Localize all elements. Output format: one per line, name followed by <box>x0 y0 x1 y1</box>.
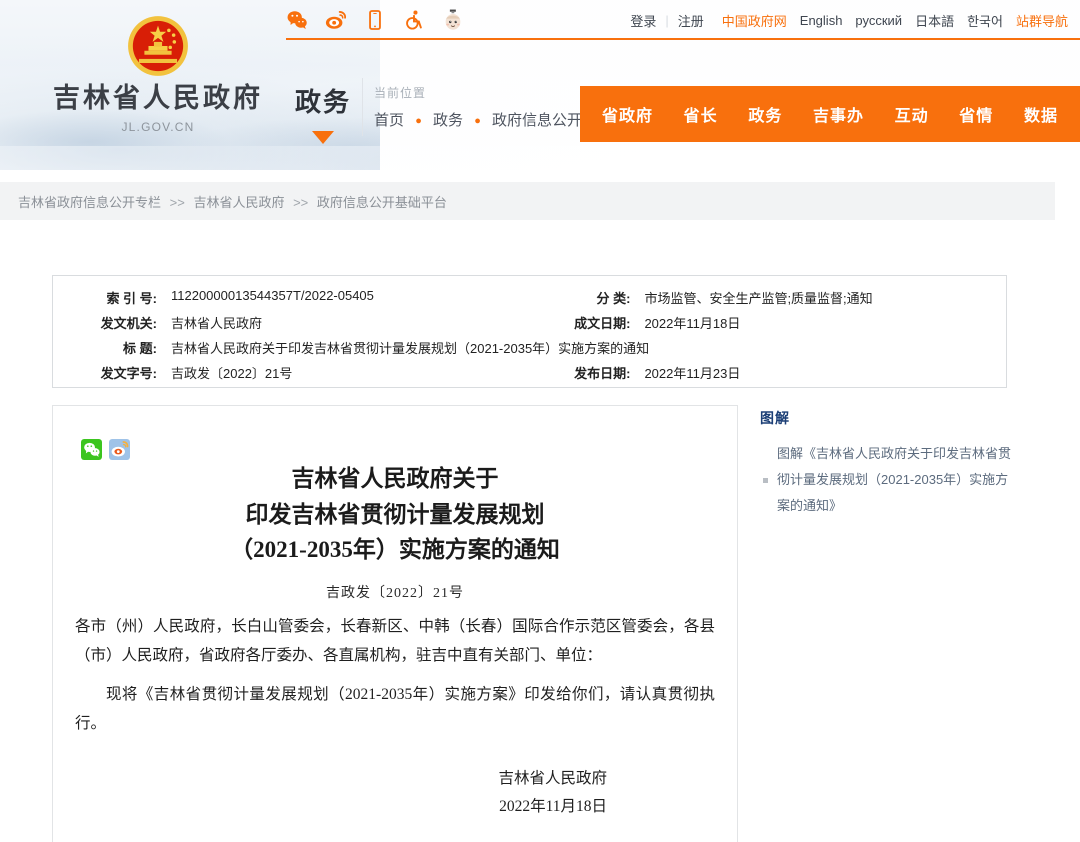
assistant-avatar-icon[interactable] <box>442 8 464 32</box>
meta-label-docnum: 发文字号: <box>100 366 157 381</box>
sidebar-illustration-link[interactable]: 图解《吉林省人民政府关于印发吉林省贯彻计量发展规划（2021-2035年）实施方… <box>777 441 1020 519</box>
weibo-share-icon[interactable] <box>109 439 130 460</box>
header-accent-rule <box>286 38 1080 40</box>
breadcrumb-item-2[interactable]: 政府信息公开基础平台 <box>317 195 447 210</box>
document-signature-block: 吉林省人民政府 2022年11月18日 <box>53 765 607 822</box>
meta-value-category: 市场监管、安全生产监管;质量监督;通知 <box>644 291 873 306</box>
language-link-english[interactable]: English <box>800 13 843 28</box>
language-link-korean[interactable]: 한국어 <box>967 11 1003 30</box>
table-row: 发文字号: 吉政发〔2022〕21号 发布日期: 2022年11月23日 <box>53 360 1006 385</box>
crumb-dot: ● <box>415 115 422 128</box>
column-gap <box>492 285 522 310</box>
document-title-line-1: 印发吉林省贯彻计量发展规划 <box>245 501 545 527</box>
breadcrumb-separator: >> <box>169 194 185 210</box>
language-link-russian[interactable]: русский <box>855 13 902 28</box>
meta-label-written-date: 成文日期: <box>574 316 631 331</box>
document-title-line-2: （2021-2035年）实施方案的通知 <box>230 537 560 563</box>
register-link[interactable]: 注册 <box>678 11 704 30</box>
breadcrumb-item-1[interactable]: 吉林省人民政府 <box>193 195 284 210</box>
column-gap <box>492 360 522 385</box>
nav-item-governor[interactable]: 省长 <box>684 102 718 126</box>
current-location-path: 首页 ● 政务 ● 政府信息公开 <box>374 109 582 130</box>
document-recipients: 各市（州）人民政府，长白山管委会，长春新区、中韩（长春）国际合作示范区管委会，各… <box>75 617 715 664</box>
document-content-box: 吉林省人民政府关于 印发吉林省贯彻计量发展规划 （2021-2035年）实施方案… <box>52 405 738 842</box>
site-logo-block[interactable]: 吉林省人民政府 JL.GOV.CN <box>38 8 278 134</box>
language-link-japanese[interactable]: 日本語 <box>915 11 954 30</box>
table-row: 索 引 号: 11220000013544357T/2022-05405 分 类… <box>53 285 1006 310</box>
nav-item-interaction[interactable]: 互动 <box>895 102 929 126</box>
gov-portal-link[interactable]: 中国政府网 <box>722 11 787 30</box>
table-row: 标 题: 吉林省人民政府关于印发吉林省贯彻计量发展规划（2021-2035年）实… <box>53 335 1006 360</box>
meta-label-title: 标 题: <box>123 341 157 356</box>
location-crumb-home[interactable]: 首页 <box>374 112 404 129</box>
location-crumb-disclosure[interactable]: 政府信息公开 <box>492 112 582 129</box>
nav-item-province-gov[interactable]: 省政府 <box>602 102 653 126</box>
sidebar-heading-illustration: 图解 <box>760 410 790 426</box>
link-divider: | <box>665 13 669 28</box>
meta-label-category: 分 类: <box>596 291 631 306</box>
document-title-line-0: 吉林省人民政府关于 <box>291 466 499 491</box>
meta-value-index: 11220000013544357T/2022-05405 <box>171 288 374 303</box>
section-switcher-label: 政务 <box>294 87 351 117</box>
meta-value-docnum: 吉政发〔2022〕21号 <box>171 366 293 381</box>
mobile-icon[interactable] <box>364 8 386 32</box>
site-header: 吉林省人民政府 JL.GOV.CN 登录 | 注册 中国政府网 English … <box>0 0 1080 170</box>
location-crumb-affairs[interactable]: 政务 <box>433 112 463 129</box>
breadcrumb-bar: 吉林省政府信息公开专栏 >> 吉林省人民政府 >> 政府信息公开基础平台 <box>0 182 1055 220</box>
document-metadata-table: 索 引 号: 11220000013544357T/2022-05405 分 类… <box>53 285 1006 385</box>
nav-item-province-info[interactable]: 省情 <box>959 102 993 126</box>
site-logo-title: 吉林省人民政府 <box>53 83 263 113</box>
breadcrumb-item-0[interactable]: 吉林省政府信息公开专栏 <box>18 195 161 210</box>
wechat-icon[interactable] <box>286 8 308 32</box>
list-item[interactable]: 图解《吉林省人民政府关于印发吉林省贯彻计量发展规划（2021-2035年）实施方… <box>760 441 1020 519</box>
accessibility-icon[interactable] <box>403 8 425 32</box>
main-navigation: 省政府 省长 政务 吉事办 互动 省情 数据 <box>580 86 1080 142</box>
breadcrumb-separator: >> <box>293 194 309 210</box>
weibo-icon[interactable] <box>325 8 347 32</box>
wechat-share-icon[interactable] <box>81 439 102 460</box>
nav-item-affairs[interactable]: 政务 <box>748 102 782 126</box>
meta-label-index: 索 引 号: <box>106 291 157 306</box>
column-gap <box>492 310 522 335</box>
meta-value-written-date: 2022年11月18日 <box>644 316 741 331</box>
login-link[interactable]: 登录 <box>630 11 656 30</box>
site-logo-domain: JL.GOV.CN <box>121 119 195 134</box>
document-signature-date: 2022年11月18日 <box>499 798 607 816</box>
nav-item-jishiban[interactable]: 吉事办 <box>813 102 864 126</box>
meta-value-issuer: 吉林省人民政府 <box>171 316 263 331</box>
document-number: 吉政发〔2022〕21号 <box>326 585 464 601</box>
meta-label-published-date: 发布日期: <box>574 366 631 381</box>
share-buttons <box>81 439 130 460</box>
header-icon-row <box>286 8 464 32</box>
header-utility-links: 登录 | 注册 中国政府网 English русский 日本語 한국어 站群… <box>630 11 1068 30</box>
meta-label-issuer: 发文机关: <box>100 316 157 331</box>
crumb-dot: ● <box>474 115 481 128</box>
document-signature-org: 吉林省人民政府 <box>498 769 607 787</box>
national-emblem-icon <box>128 16 188 76</box>
document-metadata-box: 索 引 号: 11220000013544357T/2022-05405 分 类… <box>52 275 1007 388</box>
breadcrumb: 吉林省政府信息公开专栏 >> 吉林省人民政府 >> 政府信息公开基础平台 <box>0 192 447 211</box>
document-title: 吉林省人民政府关于 印发吉林省贯彻计量发展规划 （2021-2035年）实施方案… <box>113 461 677 568</box>
table-row: 发文机关: 吉林省人民政府 成文日期: 2022年11月18日 <box>53 310 1006 335</box>
bullet-icon <box>763 477 768 483</box>
vertical-divider <box>362 78 363 136</box>
chevron-down-icon[interactable] <box>312 131 334 144</box>
current-location-label: 当前位置 <box>374 86 427 100</box>
related-illustration-panel: 图解 图解《吉林省人民政府关于印发吉林省贯彻计量发展规划（2021-2035年）… <box>760 408 1020 519</box>
document-body-paragraph: 现将《吉林省贯彻计量发展规划（2021-2035年）实施方案》印发给你们，请认真… <box>75 686 715 732</box>
current-location: 当前位置 首页 ● 政务 ● 政府信息公开 <box>374 84 582 130</box>
section-switcher[interactable]: 政务 <box>288 82 358 144</box>
site-nav-link[interactable]: 站群导航 <box>1016 11 1068 30</box>
nav-item-data[interactable]: 数据 <box>1024 102 1058 126</box>
meta-value-published-date: 2022年11月23日 <box>644 366 741 381</box>
meta-value-title: 吉林省人民政府关于印发吉林省贯彻计量发展规划（2021-2035年）实施方案的通… <box>171 341 650 356</box>
